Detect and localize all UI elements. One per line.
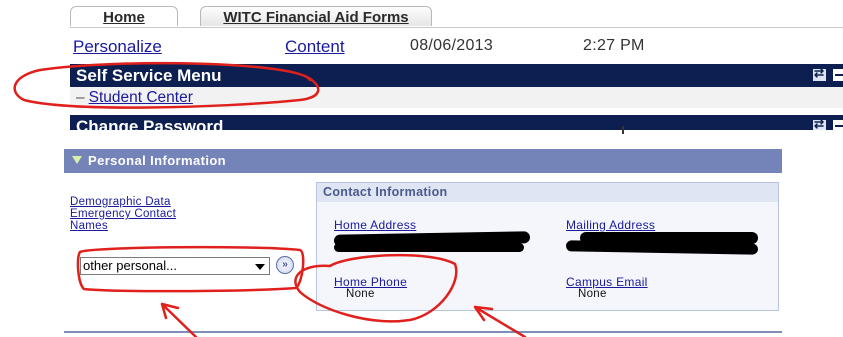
student-center-link[interactable]: Student Center [89, 89, 193, 106]
other-personal-select-value: other personal... [83, 258, 177, 273]
contact-information-title: Contact Information [317, 183, 778, 202]
other-personal-select[interactable]: other personal... [80, 257, 270, 275]
go-button[interactable]: » [276, 256, 294, 274]
home-phone-value: None [346, 288, 375, 300]
names-link[interactable]: Names [70, 220, 176, 232]
demographic-data-link[interactable]: Demographic Data [70, 196, 176, 208]
content-link[interactable]: Content [285, 37, 345, 57]
minimize-icon[interactable] [832, 68, 843, 82]
cursor-mark [622, 126, 624, 134]
tab-divider [70, 27, 843, 28]
tab-bar: Home WITC Financial Aid Forms [70, 6, 840, 28]
personal-info-links: Demographic Data Emergency Contact Names [70, 196, 176, 232]
refresh-icon[interactable] [812, 117, 827, 130]
change-password-title: Change Password [76, 117, 224, 130]
personalize-link[interactable]: Personalize [73, 37, 162, 57]
section-bottom-border [64, 331, 782, 333]
current-date: 08/06/2013 [410, 37, 494, 54]
home-address-link[interactable]: Home Address [334, 218, 416, 232]
tab-witc-label: WITC Financial Aid Forms [223, 9, 409, 26]
go-button-label: » [282, 259, 288, 270]
dropdown-arrow-icon[interactable] [255, 264, 265, 270]
minimize-icon[interactable] [832, 119, 843, 130]
tab-home-label: Home [103, 9, 145, 26]
personalize-link-label: Personalize [73, 37, 162, 56]
self-service-menu-header: Self Service Menu [70, 64, 843, 87]
home-phone-link[interactable]: Home Phone [334, 275, 407, 289]
campus-email-link[interactable]: Campus Email [566, 275, 648, 289]
campus-email-value: None [578, 288, 607, 300]
emergency-contact-link[interactable]: Emergency Contact [70, 208, 176, 220]
mailing-address-link[interactable]: Mailing Address [566, 218, 655, 232]
tab-witc-financial-aid-forms[interactable]: WITC Financial Aid Forms [200, 6, 432, 26]
refresh-icon[interactable] [812, 66, 827, 82]
tab-home[interactable]: Home [70, 6, 178, 26]
content-link-label: Content [285, 37, 345, 56]
change-password-header: Change Password [70, 115, 843, 130]
personal-information-header[interactable]: Personal Information [64, 149, 782, 173]
self-service-menu-item: – Student Center [70, 87, 843, 108]
self-service-menu-title: Self Service Menu [76, 66, 222, 85]
collapse-triangle-icon[interactable] [72, 156, 82, 164]
current-time: 2:27 PM [583, 37, 645, 54]
bullet-dash-icon: – [76, 89, 85, 106]
redacted-home-address-line [334, 243, 524, 252]
personal-information-title: Personal Information [88, 153, 227, 168]
